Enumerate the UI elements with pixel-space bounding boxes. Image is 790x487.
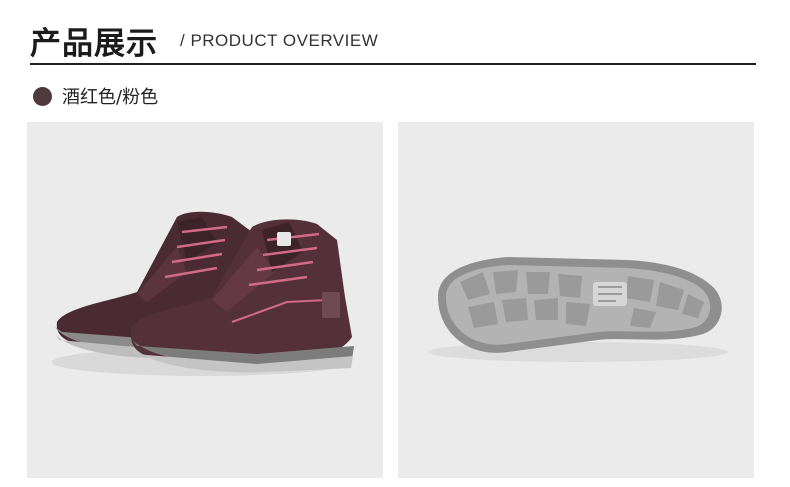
header-divider <box>30 63 756 65</box>
section-header: 产品展示 / PRODUCT OVERVIEW <box>30 14 756 66</box>
color-label: 酒红色/粉色 <box>62 87 159 108</box>
color-swatch <box>33 86 52 106</box>
product-photo-side <box>27 122 383 478</box>
section-title: 产品展示 <box>30 26 158 62</box>
boots-pair-image <box>27 122 383 478</box>
section-subtitle: / PRODUCT OVERVIEW <box>180 31 379 50</box>
color-option[interactable]: 酒红色/粉色 <box>33 84 158 108</box>
outsole-image <box>398 122 754 478</box>
product-photo-sole <box>398 122 754 478</box>
